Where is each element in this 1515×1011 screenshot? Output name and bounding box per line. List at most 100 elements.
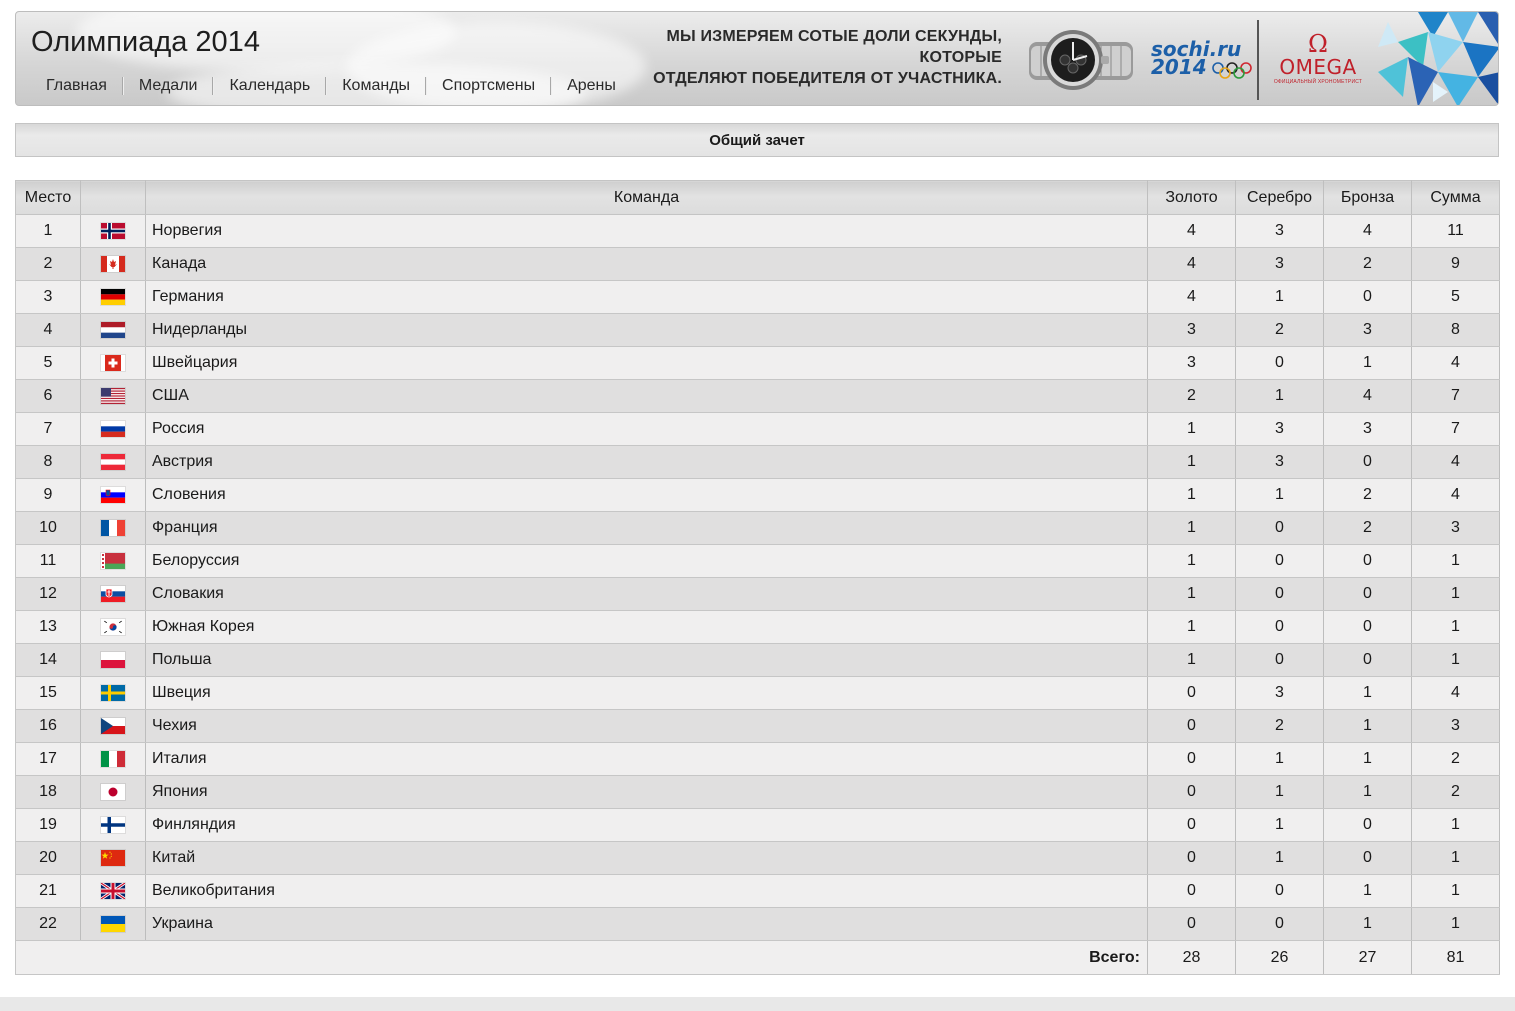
team-link[interactable]: Белоруссия	[152, 552, 239, 569]
team-link[interactable]: Словакия	[152, 585, 224, 602]
team-cell: Нидерланды	[145, 313, 1148, 347]
page: Олимпиада 2014 Главная Медали Календарь …	[0, 0, 1515, 1011]
team-cell: Белоруссия	[145, 544, 1148, 578]
omega-subtitle: ОФИЦИАЛЬНЫЙ ХРОНОМЕТРИСТ	[1273, 79, 1363, 85]
column-header-silver[interactable]: Серебро	[1235, 180, 1324, 215]
table-row[interactable]: 12 Словакия 1 0 0 1	[15, 577, 1500, 611]
page-bottom-band	[0, 997, 1515, 1011]
japan-flag-icon	[101, 783, 125, 800]
team-link[interactable]: Великобритания	[152, 882, 275, 899]
watch-image[interactable]	[1021, 22, 1141, 102]
total-cell: 1	[1411, 808, 1500, 842]
silver-cell: 1	[1235, 379, 1324, 413]
total-cell: 1	[1411, 643, 1500, 677]
totals-silver: 26	[1235, 940, 1324, 975]
table-row[interactable]: 17 Италия 0 1 1 2	[15, 742, 1500, 776]
austria-flag-icon	[101, 453, 125, 470]
team-cell: США	[145, 379, 1148, 413]
table-row[interactable]: 15 Швеция 0 3 1 4	[15, 676, 1500, 710]
place-cell: 4	[15, 313, 81, 347]
table-row[interactable]: 11 Белоруссия 1 0 0 1	[15, 544, 1500, 578]
place-cell: 7	[15, 412, 81, 446]
flag-cell	[80, 775, 146, 809]
bronze-cell: 3	[1323, 412, 1412, 446]
total-cell: 7	[1411, 412, 1500, 446]
team-link[interactable]: Швейцария	[152, 354, 237, 371]
site-header: Олимпиада 2014 Главная Медали Календарь …	[15, 11, 1499, 106]
table-row[interactable]: 4 Нидерланды 3 2 3 8	[15, 313, 1500, 347]
team-link[interactable]: Австрия	[152, 453, 213, 470]
column-header-place[interactable]: Место	[15, 180, 81, 215]
team-link[interactable]: Франция	[152, 519, 218, 536]
site-title[interactable]: Олимпиада 2014	[31, 26, 260, 59]
team-link[interactable]: Украина	[152, 915, 213, 932]
table-row[interactable]: 22 Украина 0 0 1 1	[15, 907, 1500, 941]
team-link[interactable]: Япония	[152, 783, 208, 800]
team-cell: Южная Корея	[145, 610, 1148, 644]
nav-item-home[interactable]: Главная	[31, 74, 122, 98]
flag-cell	[80, 610, 146, 644]
total-cell: 3	[1411, 511, 1500, 545]
table-row[interactable]: 19 Финляндия 0 1 0 1	[15, 808, 1500, 842]
table-row[interactable]: 10 Франция 1 0 2 3	[15, 511, 1500, 545]
column-header-bronze[interactable]: Бронза	[1323, 180, 1412, 215]
omega-logo[interactable]: Ω OMEGA ОФИЦИАЛЬНЫЙ ХРОНОМЕТРИСТ	[1268, 32, 1368, 102]
silver-cell: 3	[1235, 412, 1324, 446]
nav-item-calendar[interactable]: Календарь	[214, 74, 325, 98]
team-link[interactable]: Чехия	[152, 717, 197, 734]
bronze-cell: 1	[1323, 775, 1412, 809]
team-link[interactable]: Россия	[152, 420, 204, 437]
team-link[interactable]: Италия	[152, 750, 206, 767]
column-header-gold[interactable]: Золото	[1147, 180, 1236, 215]
russia-flag-icon	[101, 420, 125, 437]
nav-item-medals[interactable]: Медали	[124, 74, 213, 98]
team-link[interactable]: Германия	[152, 288, 224, 305]
nav-item-athletes[interactable]: Спортсмены	[427, 74, 550, 98]
table-row[interactable]: 16 Чехия 0 2 1 3	[15, 709, 1500, 743]
team-link[interactable]: Финляндия	[152, 816, 236, 833]
team-link[interactable]: Норвегия	[152, 222, 222, 239]
total-cell: 8	[1411, 313, 1500, 347]
team-link[interactable]: Польша	[152, 651, 211, 668]
flag-cell	[80, 346, 146, 380]
team-link[interactable]: Швеция	[152, 684, 211, 701]
column-header-flag	[80, 180, 146, 215]
table-row[interactable]: 3 Германия 4 1 0 5	[15, 280, 1500, 314]
nav-item-teams[interactable]: Команды	[327, 74, 425, 98]
gold-cell: 1	[1147, 511, 1236, 545]
silver-cell: 3	[1235, 247, 1324, 281]
table-row[interactable]: 14 Польша 1 0 0 1	[15, 643, 1500, 677]
team-link[interactable]: Китай	[152, 849, 195, 866]
team-cell: Италия	[145, 742, 1148, 776]
total-cell: 1	[1411, 577, 1500, 611]
flag-cell	[80, 907, 146, 941]
column-header-total[interactable]: Сумма	[1411, 180, 1500, 215]
table-row[interactable]: 6 США 2 1 4 7	[15, 379, 1500, 413]
team-link[interactable]: Южная Корея	[152, 618, 254, 635]
usa-flag-icon	[101, 387, 125, 404]
table-row[interactable]: 8 Австрия 1 3 0 4	[15, 445, 1500, 479]
table-row[interactable]: 5 Швейцария 3 0 1 4	[15, 346, 1500, 380]
bronze-cell: 0	[1323, 841, 1412, 875]
team-link[interactable]: США	[152, 387, 189, 404]
table-row[interactable]: 2 Канада 4 3 2 9	[15, 247, 1500, 281]
omega-promo-text[interactable]: МЫ ИЗМЕРЯЕМ СОТЫЕ ДОЛИ СЕКУНДЫ, КОТОРЫЕ …	[589, 26, 1002, 89]
flag-cell	[80, 478, 146, 512]
place-cell: 19	[15, 808, 81, 842]
team-link[interactable]: Словения	[152, 486, 226, 503]
column-header-team[interactable]: Команда	[145, 180, 1148, 215]
flag-cell	[80, 643, 146, 677]
table-row[interactable]: 9 Словения 1 1 2 4	[15, 478, 1500, 512]
bronze-cell: 4	[1323, 214, 1412, 248]
table-row[interactable]: 1 Норвегия 4 3 4 11	[15, 214, 1500, 248]
table-row[interactable]: 21 Великобритания 0 0 1 1	[15, 874, 1500, 908]
table-row[interactable]: 18 Япония 0 1 1 2	[15, 775, 1500, 809]
sochi-2014-logo[interactable]: sochi.ru 2014	[1151, 39, 1253, 84]
table-row[interactable]: 13 Южная Корея 1 0 0 1	[15, 610, 1500, 644]
table-row[interactable]: 20 Китай 0 1 0 1	[15, 841, 1500, 875]
team-link[interactable]: Нидерланды	[152, 321, 247, 338]
table-row[interactable]: 7 Россия 1 3 3 7	[15, 412, 1500, 446]
totals-bronze: 27	[1323, 940, 1412, 975]
team-link[interactable]: Канада	[152, 255, 206, 272]
olympic-rings-icon	[1212, 62, 1252, 79]
